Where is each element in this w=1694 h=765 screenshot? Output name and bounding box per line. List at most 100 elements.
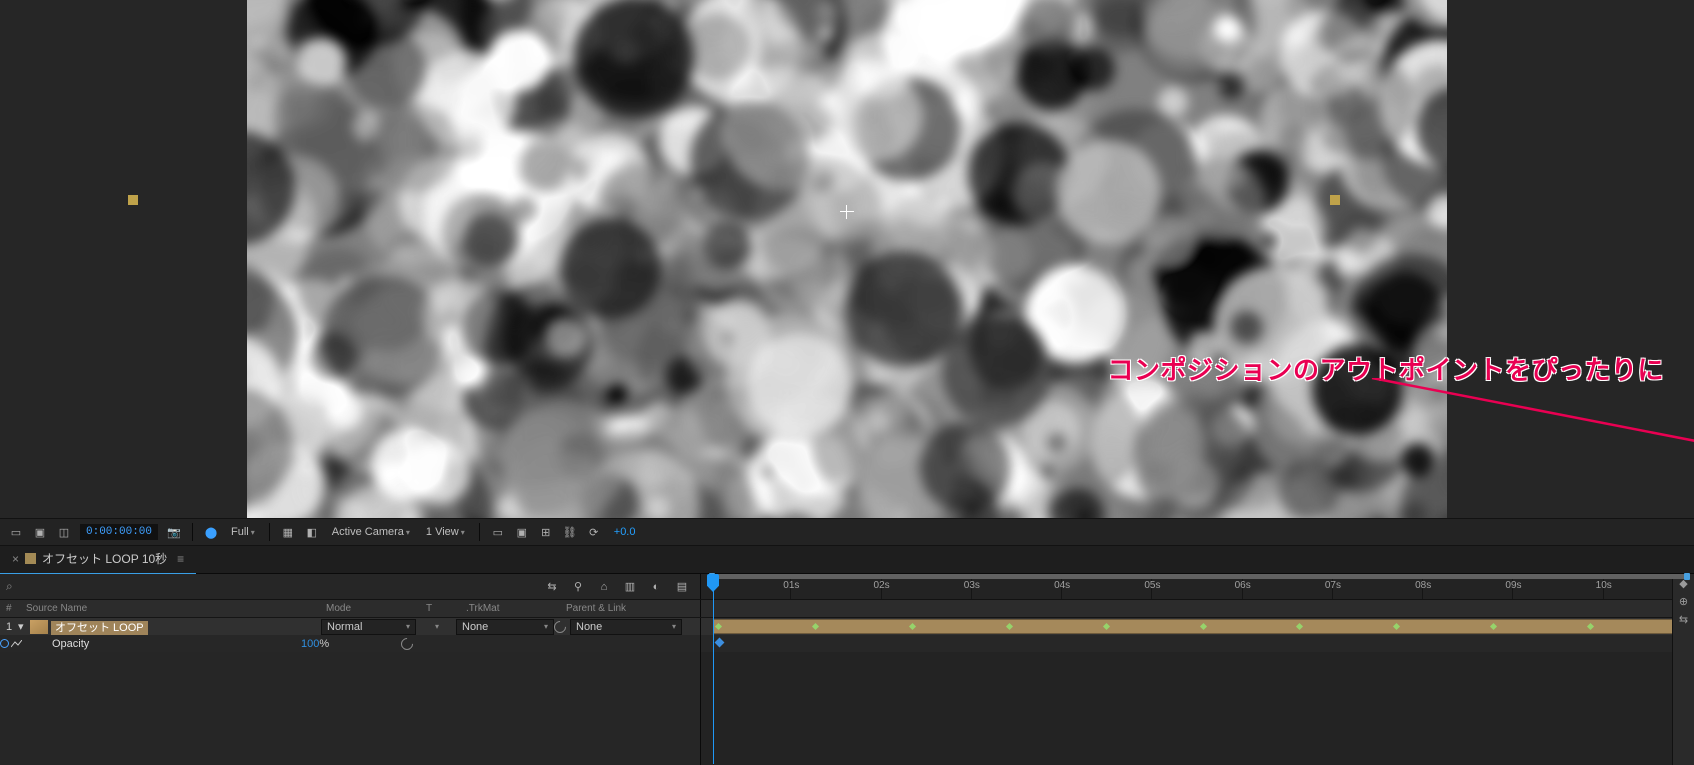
pixel-aspect-icon[interactable]: ▭ [490,524,506,540]
resolution-label: Full [231,526,249,538]
col-source-name[interactable]: Source Name [20,603,320,614]
stopwatch-icon[interactable] [0,639,9,648]
annotation-callout: コンポジションのアウトポイントをぴったりに [1107,350,1664,387]
fast-previews-icon[interactable]: ▣ [514,524,530,540]
ruler-label: 01s [783,580,799,591]
blend-mode-dropdown[interactable]: Normal▾ [321,619,416,635]
col-t[interactable]: T [420,603,460,614]
timeline-empty-area [0,652,1694,765]
ruler-label: 06s [1235,580,1251,591]
keyframe-diamond[interactable] [714,638,724,648]
ruler-label: 08s [1415,580,1431,591]
safe-zones-icon[interactable]: ▣ [32,524,48,540]
search-placeholder: ⌕ [6,579,13,593]
timeline-header-left: ⌕ ⇆ ⚲ ⌂ ▥ ◐ ▤ [0,574,700,599]
time-marker[interactable] [1296,623,1303,630]
property-value-number: 100 [301,638,319,650]
exposure-value[interactable]: +0.0 [610,524,640,540]
opacity-keyframe-track[interactable] [700,635,1694,652]
frame-blend-icon[interactable]: ▥ [622,579,638,595]
current-time-display[interactable]: 0:00:00:00 [80,524,158,540]
ruler-label: 09s [1505,580,1521,591]
col-index[interactable]: # [0,603,20,614]
time-marker[interactable] [1587,623,1594,630]
ruler-label: 05s [1144,580,1160,591]
resolution-dropdown[interactable]: Full▾ [227,524,259,540]
tab-menu-icon[interactable]: ≡ [177,552,184,566]
current-time-indicator[interactable] [713,574,714,764]
expression-graph-icon[interactable] [11,640,22,648]
render-icon[interactable]: ⟳ [586,524,602,540]
ruler-label: 10s [1596,580,1612,591]
graph-editor-icon[interactable]: ▤ [674,579,690,595]
property-row-opacity: Opacity 100% [0,635,1694,652]
composition-tab[interactable]: × オフセット LOOP 10秒 ≡ [0,544,196,575]
layer-handle-left[interactable] [128,195,138,205]
hide-shy-icon[interactable]: ⌂ [596,579,612,595]
property-name[interactable]: Opacity [22,638,301,650]
separator [192,523,193,541]
layer-duration-bar[interactable] [713,619,1684,634]
time-marker[interactable] [1393,623,1400,630]
channel-icon[interactable]: ⬤ [203,524,219,540]
layer-name[interactable]: オフセット LOOP [51,621,148,635]
composition-viewer [0,0,1694,518]
roi-icon[interactable]: ◧ [304,524,320,540]
flowchart-icon[interactable]: ⛓ [562,524,578,540]
time-marker[interactable] [715,623,722,630]
timeline-header: ⌕ ⇆ ⚲ ⌂ ▥ ◐ ▤ 01s02s03s04s05s06s07s08s09… [0,574,1694,600]
col-timeline [700,600,1694,617]
preserve-transparency[interactable]: ▾ [416,622,456,631]
pickwhip-icon[interactable] [552,618,569,635]
composition-mini-flowchart-icon[interactable]: ⇆ [544,579,560,595]
layer-row[interactable]: 1 ▾ オフセット LOOP Normal▾ ▾ None▾ None▾ [0,618,1694,635]
layer-twirl-icon[interactable]: ▾ [18,620,30,633]
timeline-toggle-icons: ⇆ ⚲ ⌂ ▥ ◐ ▤ [544,579,700,595]
snapshot-icon[interactable]: 📷 [166,524,182,540]
parent-dropdown[interactable]: None▾ [570,619,682,635]
camera-dropdown[interactable]: Active Camera▾ [328,524,414,540]
transparency-grid-icon[interactable]: ▦ [280,524,296,540]
blend-mode-value: Normal [327,621,362,633]
timeline-ruler-area[interactable]: 01s02s03s04s05s06s07s08s09s10s [700,574,1694,599]
time-marker[interactable] [1490,623,1497,630]
comp-button-icon[interactable]: ⊕ [1673,592,1694,610]
motion-blur-icon[interactable]: ◐ [648,579,664,595]
time-marker[interactable] [909,623,916,630]
magnification-icon[interactable]: ▭ [8,524,24,540]
view-count-dropdown[interactable]: 1 View▾ [422,524,469,540]
property-search[interactable]: ⌕ [6,579,544,594]
timeline-icon[interactable]: ⊞ [538,524,554,540]
viewer-options-bar: ▭ ▣ ◫ 0:00:00:00 📷 ⬤ Full▾ ▦ ◧ Active Ca… [0,518,1694,546]
close-tab-icon[interactable]: × [12,552,19,566]
col-parent[interactable]: Parent & Link [560,603,680,614]
timeline-panel-tabs: × オフセット LOOP 10秒 ≡ [0,546,1694,574]
work-area-bar[interactable] [711,574,1688,579]
comp-color-chip [25,553,36,564]
col-trkmat[interactable]: .TrkMat [460,603,560,614]
property-value[interactable]: 100% [301,638,401,650]
time-marker[interactable] [812,623,819,630]
timeline-end-column: ◆ ⊕ ⇆ [1672,574,1694,765]
fractal-noise-render [247,0,1447,518]
track-matte-dropdown[interactable]: None▾ [456,619,554,635]
time-marker[interactable] [1103,623,1110,630]
layer-duration-track[interactable] [700,618,1694,635]
layer-handle-right[interactable] [1330,195,1340,205]
separator [479,523,480,541]
preview-canvas[interactable] [247,0,1447,518]
view-label: 1 View [426,526,459,538]
col-mode[interactable]: Mode [320,603,420,614]
property-value-unit: % [319,638,329,650]
ruler-label: 04s [1054,580,1070,591]
separator [269,523,270,541]
camera-label: Active Camera [332,526,404,538]
time-marker[interactable] [1199,623,1206,630]
annotation-text: コンポジションのアウトポイントをぴったりに [1107,355,1664,385]
ruler-label: 03s [964,580,980,591]
toggle-switches-icon[interactable]: ⇆ [1673,610,1694,628]
draft-3d-icon[interactable]: ⚲ [570,579,586,595]
time-marker[interactable] [1006,623,1013,630]
mask-visibility-icon[interactable]: ◫ [56,524,72,540]
property-pickwhip-icon[interactable] [399,635,416,652]
